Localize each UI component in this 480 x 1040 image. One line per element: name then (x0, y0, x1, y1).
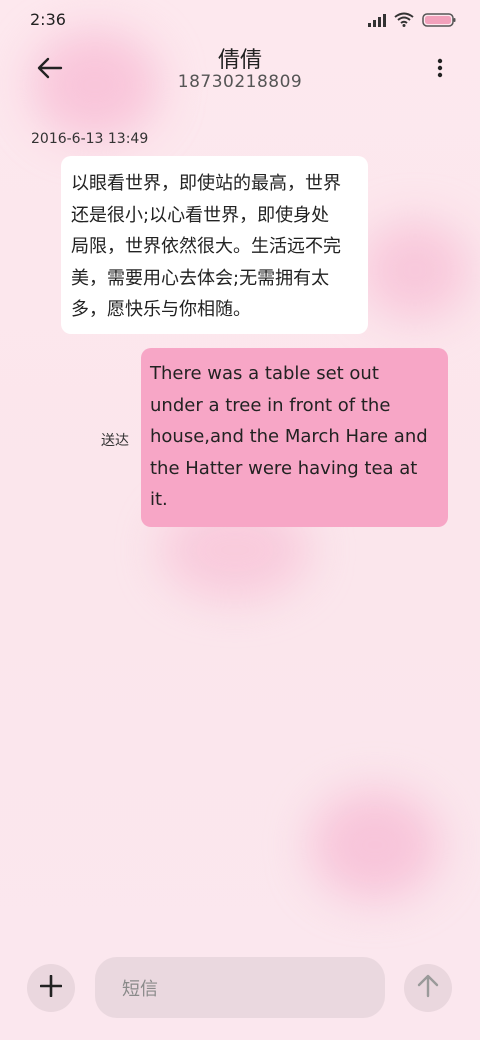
status-time: 2:36 (30, 10, 66, 29)
plus-icon (39, 974, 63, 1001)
message-input[interactable]: 短信 (95, 957, 385, 1018)
message-line: 局限，世界依然很大。生活远不完 (71, 236, 341, 257)
delivery-status: 送达 (101, 433, 129, 449)
signal-icon (368, 12, 386, 31)
background-heart (360, 220, 470, 320)
message-line: it. (150, 489, 168, 510)
send-button[interactable] (404, 964, 452, 1012)
message-line: 多，愿快乐与你相随。 (71, 299, 251, 320)
message-line: 以眼看世界，即使站的最高，世界 (71, 173, 341, 194)
more-vertical-icon (437, 58, 443, 82)
incoming-message-bubble[interactable]: 以眼看世界，即使站的最高，世界 还是很小;以心看世界，即使身处 局限，世界依然很… (61, 156, 368, 334)
message-line: 美，需要用心去体会;无需拥有太 (71, 267, 330, 289)
conversation-header: 倩倩 18730218809 (0, 40, 480, 100)
message-line: the Hatter were having tea at (150, 457, 418, 479)
message-line: house,and the March Hare and (150, 426, 428, 447)
message-line: under a tree in front of the (150, 394, 391, 416)
outgoing-message-bubble[interactable]: There was a table set out under a tree i… (141, 348, 448, 527)
contact-number: 18730218809 (177, 72, 303, 92)
add-attachment-button[interactable] (27, 964, 75, 1012)
status-bar: 2:36 (0, 0, 480, 40)
background-heart (310, 790, 440, 900)
wifi-icon (394, 12, 414, 31)
more-options-button[interactable] (430, 50, 450, 90)
message-input-placeholder: 短信 (122, 978, 158, 1000)
message-line: There was a table set out (150, 363, 379, 384)
status-icons (368, 12, 456, 31)
message-line: 还是很小;以心看世界，即使身处 (71, 204, 330, 226)
send-arrow-icon (417, 974, 439, 1002)
contact-name: 倩倩 (217, 48, 262, 73)
battery-icon (422, 12, 456, 31)
message-timestamp: 2016-6-13 13:49 (31, 131, 149, 147)
